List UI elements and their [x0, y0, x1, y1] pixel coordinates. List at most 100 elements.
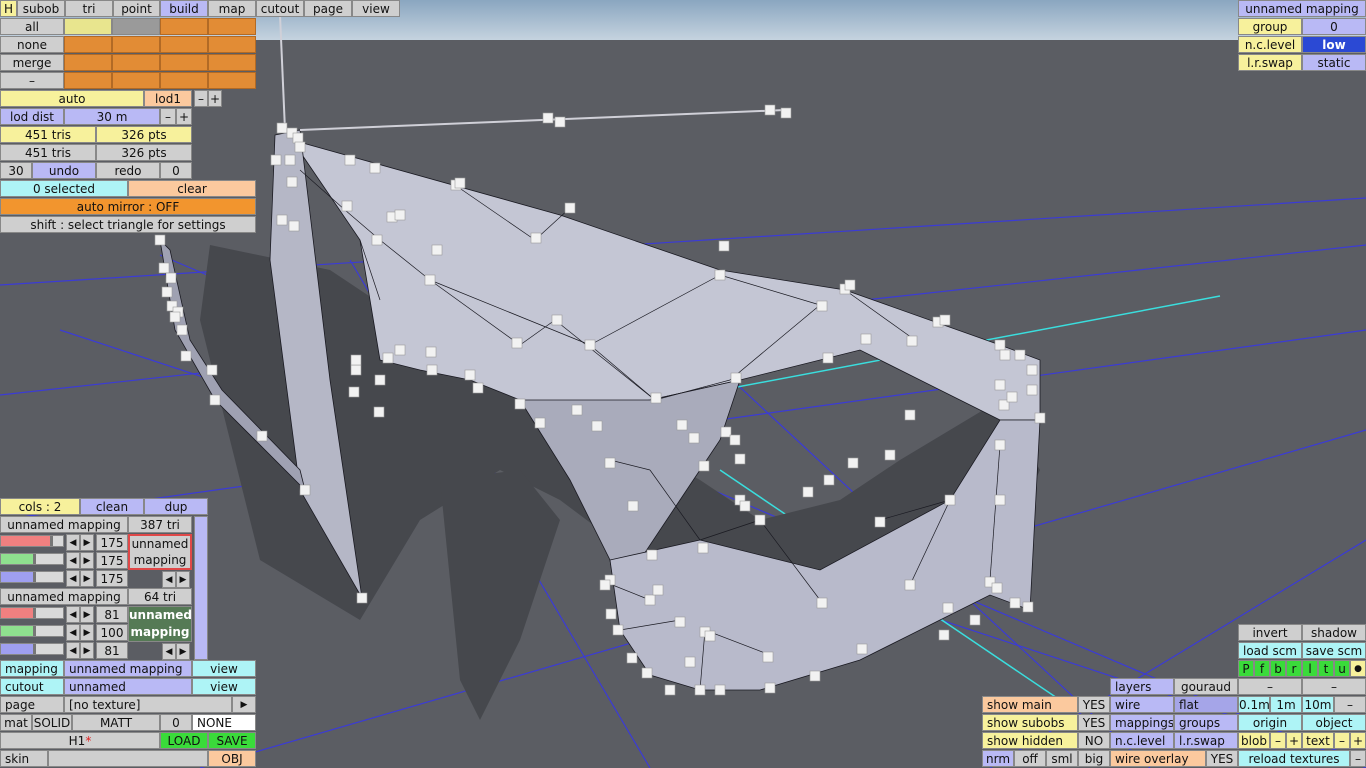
mapping-2-swatch[interactable]: unnamed mapping	[128, 606, 192, 642]
lod-dist-minus[interactable]: –	[160, 108, 176, 125]
mapping-1-arrow-right-2[interactable]: ▶	[80, 552, 94, 569]
mapping-2-name[interactable]: unnamed mapping	[0, 588, 128, 605]
show-subobs-label[interactable]: show subobs	[982, 714, 1078, 731]
mapping-1-arrow-left-1[interactable]: ◀	[66, 534, 80, 551]
mapping-1-swatch[interactable]: unnamed mapping	[128, 534, 192, 570]
mapping-1-arrow-right-3[interactable]: ▶	[80, 570, 94, 587]
mapping-2-blue-slider[interactable]	[0, 643, 64, 655]
reload-textures-button[interactable]: reload textures	[1238, 750, 1350, 767]
grid-1m-button[interactable]: 1m	[1270, 696, 1302, 713]
reload-minus-button[interactable]: –	[1350, 750, 1366, 767]
clear-selection-button[interactable]: clear	[128, 180, 256, 197]
select-cell-3-1[interactable]	[64, 54, 112, 71]
select-cell-4-4[interactable]	[208, 72, 256, 89]
select-cell-4-2[interactable]	[112, 72, 160, 89]
mapping-view-button[interactable]: view	[192, 660, 256, 677]
mapping-2-green-slider[interactable]	[0, 625, 64, 637]
tab-page[interactable]: page	[304, 0, 352, 17]
size-big-button[interactable]: big	[1078, 750, 1110, 767]
mapping-2-arrow-right-1[interactable]: ▶	[80, 606, 94, 623]
mapping-1-swatch-right[interactable]: ▶	[176, 571, 190, 588]
view-f-button[interactable]: f	[1254, 660, 1270, 677]
select-none-button[interactable]: none	[0, 36, 64, 53]
select-cell-3-2[interactable]	[112, 54, 160, 71]
lr-swap-view-button[interactable]: l.r.swap	[1174, 732, 1238, 749]
view-u-button[interactable]: u	[1334, 660, 1350, 677]
save-button[interactable]: SAVE	[208, 732, 256, 749]
grid-01m-button[interactable]: 0.1m	[1238, 696, 1270, 713]
solid-button[interactable]: SOLID	[32, 714, 72, 731]
wire-overlay-value[interactable]: YES	[1206, 750, 1238, 767]
view-r-button[interactable]: r	[1286, 660, 1302, 677]
select-cell-2-4[interactable]	[208, 36, 256, 53]
mapping-2-arrow-left-1[interactable]: ◀	[66, 606, 80, 623]
mapping-1-arrow-left-2[interactable]: ◀	[66, 552, 80, 569]
select-cell-1-4[interactable]	[208, 18, 256, 35]
tab-cutout[interactable]: cutout	[256, 0, 304, 17]
show-main-label[interactable]: show main	[982, 696, 1078, 713]
nc-level-view-button[interactable]: n.c.level	[1110, 732, 1174, 749]
undo-button[interactable]: undo	[32, 162, 96, 179]
tab-map[interactable]: map	[208, 0, 256, 17]
select-cell-2-3[interactable]	[160, 36, 208, 53]
shadow-button[interactable]: shadow	[1302, 624, 1366, 641]
mapping-2-swatch-right[interactable]: ▶	[176, 643, 190, 660]
cutout-view-button[interactable]: view	[192, 678, 256, 695]
mapping-1-green-slider[interactable]	[0, 553, 64, 565]
size-sml-button[interactable]: sml	[1046, 750, 1078, 767]
flat-button[interactable]: flat	[1174, 696, 1238, 713]
wire-button[interactable]: wire	[1110, 696, 1174, 713]
lod-auto-button[interactable]: auto	[0, 90, 144, 107]
mapping-1-name[interactable]: unnamed mapping	[0, 516, 128, 533]
mapping-2-red-slider[interactable]	[0, 607, 64, 619]
redo-button[interactable]: redo	[96, 162, 160, 179]
mappings-button[interactable]: mappings	[1110, 714, 1174, 731]
obj-button[interactable]: OBJ	[208, 750, 256, 767]
select-cell-1-3[interactable]	[160, 18, 208, 35]
lod-plus-button[interactable]: +	[208, 90, 222, 107]
text-minus-button[interactable]: –	[1334, 732, 1350, 749]
load-scm-button[interactable]: load scm	[1238, 642, 1302, 659]
mapping-2-arrow-right-3[interactable]: ▶	[80, 642, 94, 659]
mapping-2-swatch-left[interactable]: ◀	[162, 643, 176, 660]
dash-button[interactable]: –	[0, 72, 64, 89]
h-toggle[interactable]: H	[0, 0, 17, 17]
grid-minus-button[interactable]: –	[1334, 696, 1366, 713]
save-scm-button[interactable]: save scm	[1302, 642, 1366, 659]
show-main-value[interactable]: YES	[1078, 696, 1110, 713]
page-next-button[interactable]: ▶	[232, 696, 256, 713]
lr-swap-value[interactable]: static	[1302, 54, 1366, 71]
mapping-value[interactable]: unnamed mapping	[64, 660, 192, 677]
mapping-2-arrow-left-3[interactable]: ◀	[66, 642, 80, 659]
gouraud-button[interactable]: gouraud	[1174, 678, 1238, 695]
groups-button[interactable]: groups	[1174, 714, 1238, 731]
mat-none-field[interactable]: NONE	[192, 714, 256, 731]
matt-button[interactable]: MATT	[72, 714, 160, 731]
select-cell-1-2[interactable]	[112, 18, 160, 35]
select-cell-3-4[interactable]	[208, 54, 256, 71]
select-cell-3-3[interactable]	[160, 54, 208, 71]
mapping-1-red-slider[interactable]	[0, 535, 64, 547]
load-button[interactable]: LOAD	[160, 732, 208, 749]
clean-button[interactable]: clean	[80, 498, 144, 515]
dash-button-2[interactable]: –	[1302, 678, 1366, 695]
dup-button[interactable]: dup	[144, 498, 208, 515]
size-nrm-button[interactable]: nrm	[982, 750, 1014, 767]
mat-number[interactable]: 0	[160, 714, 192, 731]
nc-level-value[interactable]: low	[1302, 36, 1366, 53]
tab-tri[interactable]: tri	[65, 0, 113, 17]
select-cell-4-3[interactable]	[160, 72, 208, 89]
show-subobs-value[interactable]: YES	[1078, 714, 1110, 731]
dash-button-1[interactable]: –	[1238, 678, 1302, 695]
mapping-1-swatch-left[interactable]: ◀	[162, 571, 176, 588]
tab-view[interactable]: view	[352, 0, 400, 17]
select-cell-1-1[interactable]	[64, 18, 112, 35]
merge-button[interactable]: merge	[0, 54, 64, 71]
layers-button[interactable]: layers	[1110, 678, 1174, 695]
mapping-1-arrow-left-3[interactable]: ◀	[66, 570, 80, 587]
view-t-button[interactable]: t	[1318, 660, 1334, 677]
skin-field[interactable]	[48, 750, 208, 767]
lod-dist-value[interactable]: 30 m	[64, 108, 160, 125]
cutout-value[interactable]: unnamed	[64, 678, 192, 695]
grid-10m-button[interactable]: 10m	[1302, 696, 1334, 713]
